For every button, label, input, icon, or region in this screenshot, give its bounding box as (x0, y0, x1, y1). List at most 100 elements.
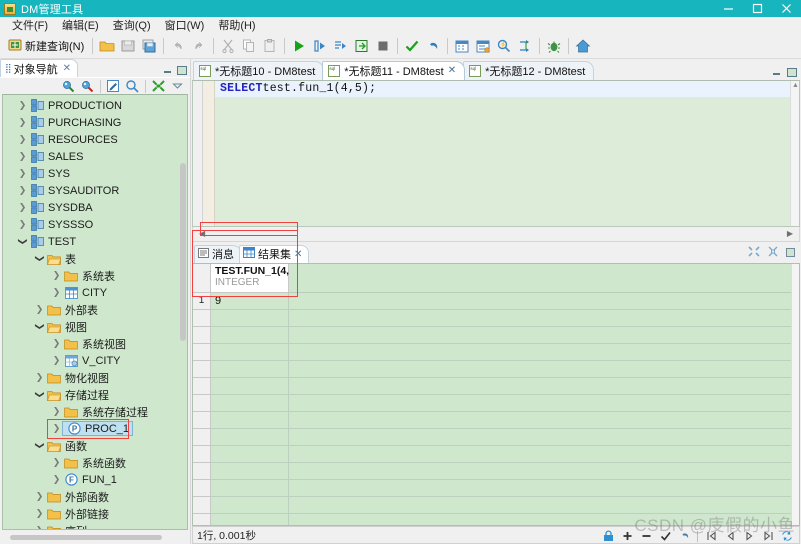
calendar-icon[interactable] (452, 36, 472, 56)
chevron-down-icon[interactable]: ❯ (34, 320, 45, 333)
chevron-right-icon[interactable]: ❯ (16, 185, 29, 196)
chevron-right-icon[interactable]: ❯ (50, 474, 63, 485)
grid-cell-empty[interactable] (211, 428, 289, 446)
restore-icon[interactable] (748, 246, 760, 260)
reload-icon[interactable] (781, 529, 793, 543)
table-row-empty[interactable] (193, 513, 799, 525)
tree-item-外部链接[interactable]: ❯ 外部链接 (3, 505, 187, 522)
tree-item-外部函数[interactable]: ❯ 外部函数 (3, 488, 187, 505)
disconnect-icon[interactable] (79, 78, 96, 94)
chevron-right-icon[interactable]: ❯ (50, 406, 63, 417)
cut-icon[interactable] (218, 36, 238, 56)
chevron-right-icon[interactable]: ❯ (16, 202, 29, 213)
tree-item-物化视图[interactable]: ❯ 物化视图 (3, 369, 187, 386)
sql-editor[interactable]: SELECT test.fun_1(4,5); ▲ (192, 79, 800, 227)
save-all-icon[interactable] (139, 36, 159, 56)
tree-item-外部表[interactable]: ❯ 外部表 (3, 301, 187, 318)
grid-cell-empty[interactable] (211, 462, 289, 480)
editor-tab-0[interactable]: *无标题10 - DM8test (193, 60, 325, 80)
editor-vertical-scrollbar[interactable]: ▲ (790, 80, 799, 226)
prev-page-icon[interactable] (724, 529, 736, 543)
menu-help[interactable]: 帮助(H) (211, 16, 262, 34)
table-row-empty[interactable] (193, 343, 799, 361)
tree-item-SYSSSO[interactable]: ❯ SYSSSO (3, 216, 187, 233)
editor-content[interactable]: SELECT test.fun_1(4,5); (215, 80, 799, 226)
scroll-left-arrow[interactable]: ◀ (195, 229, 209, 238)
tree-item-PRODUCTION[interactable]: ❯ PRODUCTION (3, 97, 187, 114)
save-icon[interactable] (118, 36, 138, 56)
execute-icon[interactable] (289, 36, 309, 56)
execute-script-icon[interactable] (331, 36, 351, 56)
object-tree[interactable]: ❯ PRODUCTION ❯ PURCHASING ❯ RESOURCES ❯ SALES ❯ S… (2, 94, 188, 530)
tab-resultset[interactable]: 结果集 ✕ (239, 244, 310, 263)
tree-item-SYSAUDITOR[interactable]: ❯ SYSAUDITOR (3, 182, 187, 199)
tree-item-V_CITY[interactable]: ❯ V_CITY (3, 352, 187, 369)
grid-cell-empty[interactable] (211, 377, 289, 395)
copy-icon[interactable] (239, 36, 259, 56)
menu-query[interactable]: 查询(Q) (106, 16, 158, 34)
chevron-right-icon[interactable]: ❯ (16, 151, 29, 162)
add-row-icon[interactable] (621, 529, 633, 543)
table-row[interactable]: 19 (193, 292, 799, 310)
chevron-right-icon[interactable]: ❯ (16, 100, 29, 111)
remove-row-icon[interactable] (640, 529, 652, 543)
menu-file[interactable]: 文件(F) (5, 16, 55, 34)
grid-header-col-0[interactable]: TEST.FUN_1(4,5) INTEGER (211, 263, 298, 293)
chevron-right-icon[interactable]: ❯ (33, 525, 46, 529)
grid-cell-empty[interactable] (211, 360, 289, 378)
commit-check-icon[interactable] (659, 529, 671, 543)
paste-icon[interactable] (260, 36, 280, 56)
rollback-icon[interactable] (423, 36, 443, 56)
chevron-right-icon[interactable]: ❯ (50, 457, 63, 468)
chevron-down-icon[interactable]: ❯ (34, 252, 45, 265)
new-query-button[interactable]: 新建查询(N) (4, 37, 88, 56)
stop-icon[interactable] (373, 36, 393, 56)
open-folder-icon[interactable] (97, 36, 117, 56)
export-icon[interactable] (352, 36, 372, 56)
tab-object-navigator[interactable]: ⣿ 对象导航 ✕ (0, 59, 78, 77)
home-icon[interactable] (573, 36, 593, 56)
grid-cell-empty[interactable] (211, 326, 289, 344)
chevron-right-icon[interactable]: ❯ (16, 134, 29, 145)
table-row-empty[interactable] (193, 462, 799, 480)
chevron-right-icon[interactable]: ❯ (16, 117, 29, 128)
compare-icon[interactable] (515, 36, 535, 56)
tree-item-RESOURCES[interactable]: ❯ RESOURCES (3, 131, 187, 148)
menu-edit[interactable]: 编辑(E) (55, 16, 106, 34)
analyze-icon[interactable] (494, 36, 514, 56)
tree-item-存储过程[interactable]: ❯ 存储过程 (3, 386, 187, 403)
chevron-right-icon[interactable]: ❯ (33, 508, 46, 519)
next-page-icon[interactable] (743, 529, 755, 543)
debug-icon[interactable] (544, 36, 564, 56)
close-icon[interactable]: ✕ (63, 63, 71, 74)
tree-item-系统函数[interactable]: ❯ 系统函数 (3, 454, 187, 471)
maximize-panel-icon[interactable] (177, 66, 187, 75)
tree-item-PROC_1[interactable]: ❯ P PROC_1 (3, 420, 187, 437)
chevron-right-icon[interactable]: ❯ (33, 372, 46, 383)
chevron-right-icon[interactable]: ❯ (50, 287, 63, 298)
first-page-icon[interactable] (705, 529, 717, 543)
chevron-right-icon[interactable]: ❯ (16, 219, 29, 230)
grid-vertical-scrollbar[interactable] (791, 263, 799, 525)
table-row-empty[interactable] (193, 309, 799, 327)
maximize-button[interactable] (743, 0, 772, 17)
menu-window[interactable]: 窗口(W) (158, 16, 212, 34)
grid-cell-empty[interactable] (211, 445, 289, 463)
result-grid[interactable]: TEST.FUN_1(4,5) INTEGER 19 (192, 262, 800, 526)
undo-icon[interactable] (168, 36, 188, 56)
connect-icon[interactable] (60, 78, 77, 94)
row-number[interactable]: 1 (193, 292, 211, 310)
grid-cell-empty[interactable] (211, 496, 289, 514)
chevron-right-icon[interactable]: ❯ (33, 304, 46, 315)
tree-item-表[interactable]: ❯ 表 (3, 250, 187, 267)
tree-item-系统视图[interactable]: ❯ 系统视图 (3, 335, 187, 352)
table-row-empty[interactable] (193, 445, 799, 463)
tree-item-SALES[interactable]: ❯ SALES (3, 148, 187, 165)
detach-icon[interactable] (767, 246, 779, 260)
editor-tab-2[interactable]: *无标题12 - DM8test (463, 60, 595, 80)
tree-item-SYS[interactable]: ❯ SYS (3, 165, 187, 182)
minimize-button[interactable] (714, 0, 743, 17)
execute-step-icon[interactable] (310, 36, 330, 56)
grid-cell-empty[interactable] (211, 513, 289, 525)
chevron-right-icon[interactable]: ❯ (16, 168, 29, 179)
